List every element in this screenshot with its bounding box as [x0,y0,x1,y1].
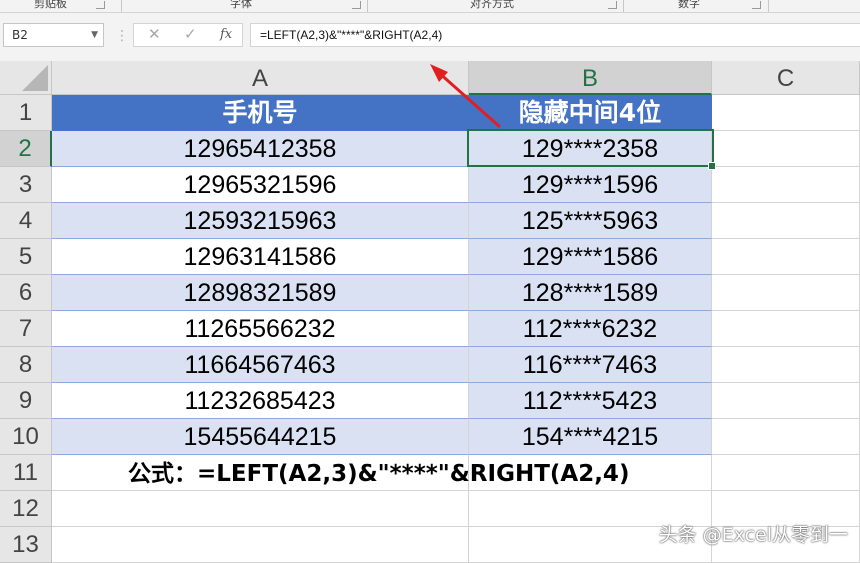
row-header-2[interactable]: 2 [0,131,52,167]
ribbon-group-font: 字体 [230,0,252,10]
insert-function-icon[interactable]: fx [220,27,232,42]
grid-cell[interactable] [712,311,860,347]
masked-cell[interactable]: 116****7463 [469,347,712,383]
row-header-12[interactable]: 12 [0,491,52,527]
row-header-8[interactable]: 8 [0,347,52,383]
masked-cell[interactable]: 129****1586 [469,239,712,275]
row-header-11[interactable]: 11 [0,455,52,491]
number-launcher-icon[interactable] [752,1,761,9]
ribbon-group-number: 数字 [678,0,700,10]
row-header-13[interactable]: 13 [0,527,52,563]
name-box-value: B2 [12,28,28,42]
grid-cell[interactable] [712,167,860,203]
phone-cell[interactable]: 15455644215 [52,419,469,455]
select-all-corner[interactable] [0,61,52,95]
phone-cell[interactable]: 11265566232 [52,311,469,347]
row-header-1[interactable]: 1 [0,95,52,131]
phone-cell[interactable]: 11232685423 [52,383,469,419]
grid-cell[interactable] [712,275,860,311]
row-header-10[interactable]: 10 [0,419,52,455]
phone-cell[interactable]: 12965321596 [52,167,469,203]
select-all-icon [22,65,48,91]
grid-cell[interactable] [712,347,860,383]
enter-icon[interactable]: ✓ [184,25,197,43]
grid-cell[interactable] [712,203,860,239]
phone-cell[interactable]: 12965412358 [52,131,469,167]
masked-cell[interactable]: 128****1589 [469,275,712,311]
ribbon-group-alignment: 对齐方式 [470,0,514,10]
phone-cell[interactable]: 12898321589 [52,275,469,311]
ribbon-separator [121,0,122,12]
grid-cell[interactable] [712,239,860,275]
cancel-icon[interactable]: ✕ [148,25,161,43]
name-box[interactable]: B2 ▼ [3,23,104,47]
grid-cell[interactable] [712,383,860,419]
row-header-7[interactable]: 7 [0,311,52,347]
masked-cell[interactable]: 112****6232 [469,311,712,347]
formula-buttons: ✕ ✓ fx [133,23,243,47]
row-header-9[interactable]: 9 [0,383,52,419]
phone-cell[interactable]: 12593215963 [52,203,469,239]
column-header-c[interactable]: C [712,61,860,95]
alignment-launcher-icon[interactable] [608,1,617,9]
grid-cell[interactable] [52,491,469,527]
ribbon-group-clipboard: 剪贴板 [34,0,67,10]
masked-cell[interactable]: 125****5963 [469,203,712,239]
fill-handle[interactable] [708,162,716,170]
masked-cell[interactable]: 154****4215 [469,419,712,455]
phone-cell[interactable]: 12963141586 [52,239,469,275]
worksheet-grid: A B C 1 2 3 4 5 6 7 8 9 10 11 12 13 手机号 隐藏中间4位 1296541… [0,61,860,563]
column-header-a[interactable]: A [52,61,469,95]
masked-cell[interactable]: 129****1596 [469,167,712,203]
ribbon-separator [367,0,368,12]
header-cell-masked[interactable]: 隐藏中间4位 [469,95,712,131]
header-cell-phone[interactable]: 手机号 [52,95,469,131]
watermark: 头条 @Excel从零到一 [658,524,848,546]
row-header-5[interactable]: 5 [0,239,52,275]
formula-note: 公式：=LEFT(A2,3)&"****"&RIGHT(A2,4) [128,461,630,487]
grid-cell[interactable] [712,455,860,491]
chevron-down-icon[interactable]: ▼ [91,24,98,46]
masked-cell[interactable]: 129****2358 [469,131,712,167]
grid-cell[interactable] [52,527,469,563]
row-header-4[interactable]: 4 [0,203,52,239]
formula-input[interactable]: =LEFT(A2,3)&"****"&RIGHT(A2,4) [250,23,860,47]
column-header-b[interactable]: B [469,61,712,95]
ribbon-separator [768,0,769,12]
phone-cell[interactable]: 11664567463 [52,347,469,383]
masked-cell[interactable]: 112****5423 [469,383,712,419]
row-header-3[interactable]: 3 [0,167,52,203]
clipboard-launcher-icon[interactable] [96,1,105,9]
resize-handle-icon[interactable]: ⋮ [115,28,129,44]
grid-cell[interactable] [712,131,860,167]
grid-cell[interactable] [712,95,860,131]
ribbon-group-labels: 剪贴板 字体 对齐方式 数字 [0,0,860,13]
row-header-6[interactable]: 6 [0,275,52,311]
font-launcher-icon[interactable] [352,1,361,9]
ribbon-separator [623,0,624,12]
grid-cell[interactable] [712,419,860,455]
